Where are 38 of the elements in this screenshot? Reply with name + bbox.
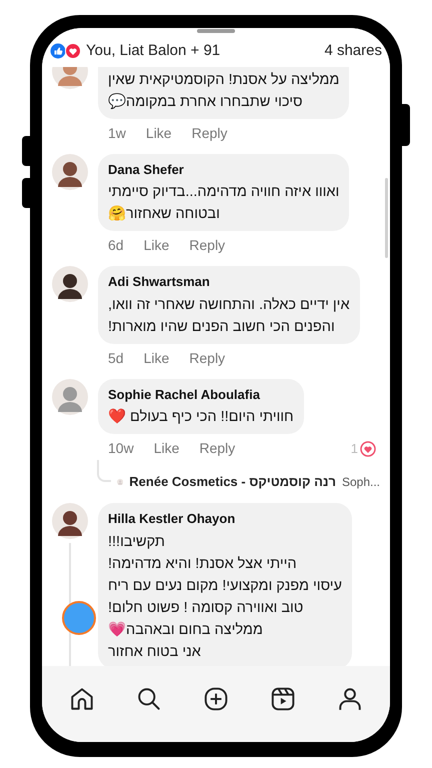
reply-link[interactable]: Reply bbox=[189, 348, 226, 368]
reply-link[interactable]: Reply bbox=[189, 235, 226, 256]
avatar[interactable] bbox=[52, 154, 88, 190]
comment-text: ממליצה על אסנת! הקוסמטיקאית שאין סיכוי שתבחרו אחרת במקומה💬 bbox=[108, 70, 340, 112]
like-link[interactable]: Like bbox=[146, 122, 172, 144]
reactions-summary[interactable]: You, Liat Balon + 91 bbox=[86, 40, 220, 62]
search-icon[interactable] bbox=[136, 686, 162, 712]
commenter-name[interactable]: Sophie Rachel Aboulafia bbox=[108, 384, 294, 404]
comment-text: ואווו איזה חוויה מדהימה...בדיוק סיימתי ובטוחה שאחזור🤗 bbox=[108, 183, 340, 224]
comment-text: אין ידיים כאלה. והתחושה שאחרי זה וואו, והפנים הכי חשוב הפנים שהיו מוארות! bbox=[108, 296, 350, 336]
comment-time: 1w bbox=[108, 124, 126, 142]
reaction-icons bbox=[50, 43, 82, 60]
reply-link[interactable]: Reply bbox=[192, 122, 228, 144]
heart-reaction-icon bbox=[360, 440, 376, 456]
commenter-name[interactable]: Adi Shwartsman bbox=[108, 272, 350, 292]
home-icon[interactable] bbox=[68, 686, 95, 712]
comment-text: תקשיבו!!! הייתי אצל אסנת! והיא מדהימה! עיסוי מפנק ומקצועי! מקום נעים עם ריח טוב ואווירה קסומה ! פשוט חלום! ממליצה בחום ובאהבה💗 אני בטוח אחזור bbox=[108, 532, 342, 662]
video-icon[interactable] bbox=[270, 686, 296, 712]
comment-time: 6d bbox=[108, 236, 124, 255]
reply-snippet[interactable]: Soph... bbox=[342, 473, 380, 491]
reaction-count: 1 bbox=[350, 440, 358, 458]
speaker-bar bbox=[197, 29, 235, 33]
comment-text: חוויתי היום!! הכי כיף בעולם ❤ bbox=[108, 408, 294, 427]
like-link[interactable]: Like bbox=[144, 235, 170, 256]
reply-link[interactable]: Reply bbox=[199, 438, 236, 459]
comment-time: 10w bbox=[108, 439, 134, 458]
thread-line bbox=[97, 460, 111, 482]
profile-icon[interactable] bbox=[337, 686, 364, 712]
comment-time: 5d bbox=[108, 348, 124, 368]
avatar[interactable] bbox=[52, 503, 88, 539]
shares-count[interactable]: 4 shares bbox=[324, 40, 382, 62]
like-link[interactable]: Like bbox=[144, 348, 170, 368]
commenter-name[interactable]: Dana Shefer bbox=[108, 160, 340, 179]
commenter-name[interactable]: Hilla Kestler Ohayon bbox=[108, 509, 342, 528]
reply-author[interactable]: Renée Cosmetics - רנה קוסמטיקס bbox=[129, 472, 336, 492]
like-link[interactable]: Like bbox=[154, 438, 180, 459]
avatar[interactable] bbox=[52, 266, 88, 302]
add-icon[interactable] bbox=[202, 686, 229, 712]
